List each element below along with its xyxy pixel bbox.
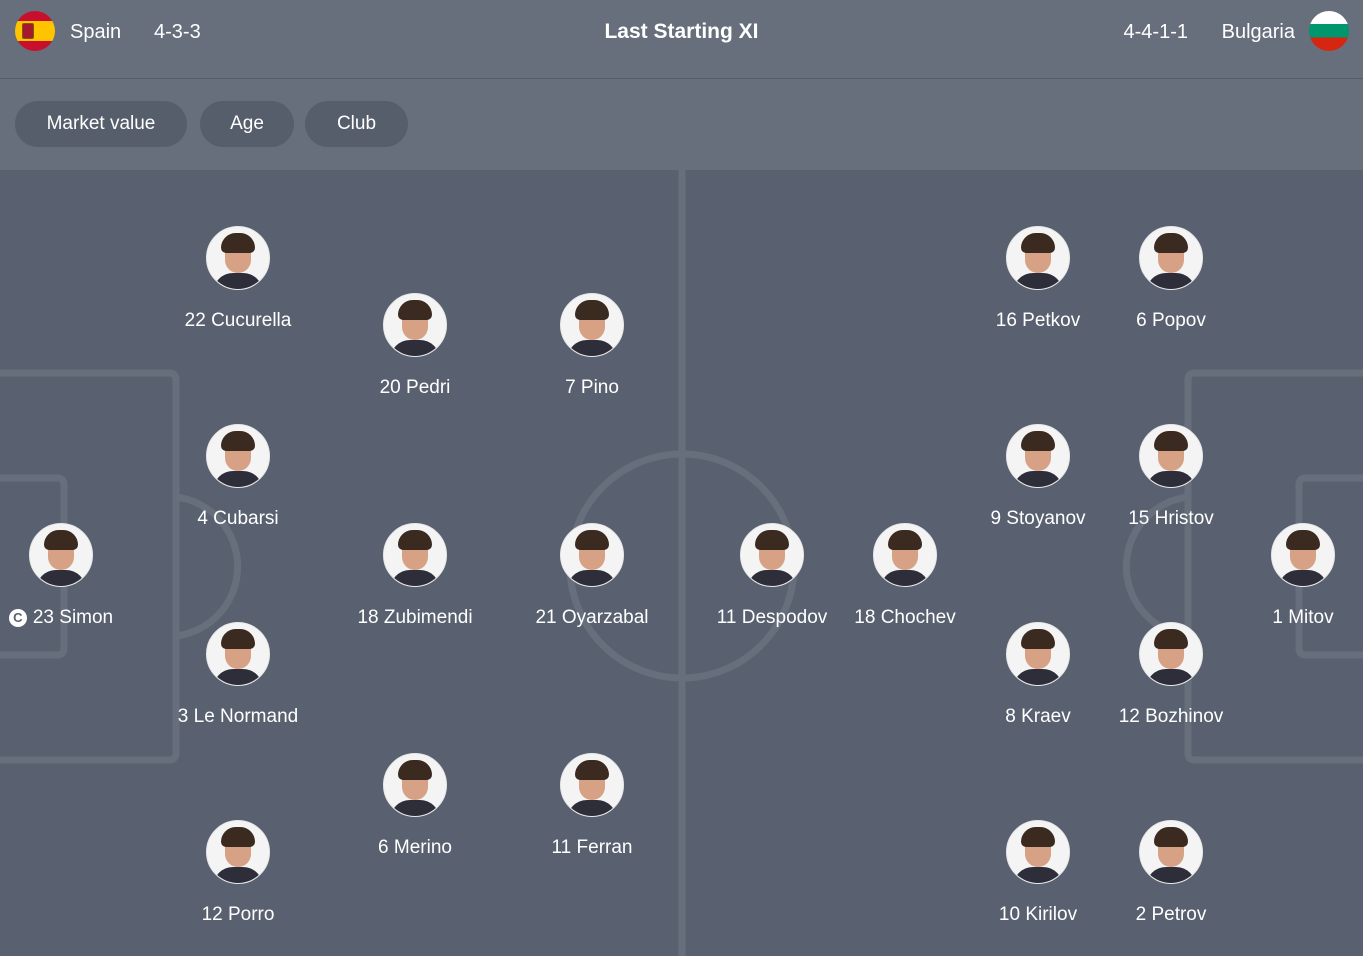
player-photo xyxy=(383,293,447,357)
player-label: 2 Petrov xyxy=(1135,904,1207,925)
player-cubarsi[interactable]: 4 Cubarsi xyxy=(158,424,318,530)
away-formation: 4-4-1-1 xyxy=(1123,21,1188,43)
player-label: 20 Pedri xyxy=(379,377,451,398)
away-team-name[interactable]: Bulgaria xyxy=(1222,20,1295,44)
player-photo xyxy=(383,753,447,817)
player-photo xyxy=(206,226,270,290)
player-photo xyxy=(29,523,93,587)
player-label: 6 Merino xyxy=(378,837,452,858)
player-zubimendi[interactable]: 18 Zubimendi xyxy=(335,523,495,629)
player-label: 11 Ferran xyxy=(551,837,633,858)
club-filter-button[interactable]: Club xyxy=(305,101,408,147)
player-photo xyxy=(1006,622,1070,686)
player-photo xyxy=(206,820,270,884)
player-photo xyxy=(1139,226,1203,290)
player-mitov[interactable]: 1 Mitov xyxy=(1223,523,1363,629)
player-label: 7 Pino xyxy=(565,377,619,398)
player-photo xyxy=(1139,424,1203,488)
player-simon[interactable]: C 23 Simon xyxy=(0,523,141,629)
player-le-normand[interactable]: 3 Le Normand xyxy=(158,622,318,728)
player-label: 22 Cucurella xyxy=(184,310,292,331)
player-label: 18 Zubimendi xyxy=(357,607,473,628)
player-petrov[interactable]: 2 Petrov xyxy=(1091,820,1251,926)
player-photo xyxy=(560,753,624,817)
player-photo xyxy=(1006,820,1070,884)
pitch: 22 Cucurella 20 Pedri 7 Pino 4 Cubarsi C… xyxy=(0,170,1363,956)
captain-badge-icon: C xyxy=(8,609,27,627)
player-ferran[interactable]: 11 Ferran xyxy=(512,753,672,859)
age-filter-button[interactable]: Age xyxy=(200,101,294,147)
filter-bar: Market value Age Club xyxy=(0,79,1363,170)
player-pino[interactable]: 7 Pino xyxy=(512,293,672,399)
player-label: 23 Simon xyxy=(32,607,114,628)
player-photo xyxy=(560,523,624,587)
player-label: 12 Bozhinov xyxy=(1118,706,1224,727)
player-merino[interactable]: 6 Merino xyxy=(335,753,495,859)
player-label: 6 Popov xyxy=(1136,310,1206,331)
player-photo xyxy=(1139,622,1203,686)
match-header: Spain 4-3-3 Last Starting XI 4-4-1-1 Bul… xyxy=(0,0,1363,79)
player-porro[interactable]: 12 Porro xyxy=(158,820,318,926)
player-photo xyxy=(873,523,937,587)
player-photo xyxy=(206,622,270,686)
player-photo xyxy=(1006,424,1070,488)
player-label: 3 Le Normand xyxy=(177,706,299,727)
player-label: 21 Oyarzabal xyxy=(535,607,649,628)
player-photo xyxy=(1006,226,1070,290)
player-bozhinov[interactable]: 12 Bozhinov xyxy=(1091,622,1251,728)
player-photo xyxy=(1271,523,1335,587)
player-photo xyxy=(383,523,447,587)
player-popov[interactable]: 6 Popov xyxy=(1091,226,1251,332)
player-hristov[interactable]: 15 Hristov xyxy=(1091,424,1251,530)
player-chochev[interactable]: 18 Chochev xyxy=(825,523,985,629)
market-value-filter-button[interactable]: Market value xyxy=(15,101,187,147)
player-oyarzabal[interactable]: 21 Oyarzabal xyxy=(512,523,672,629)
player-cucurella[interactable]: 22 Cucurella xyxy=(158,226,318,332)
player-label: 4 Cubarsi xyxy=(197,508,279,529)
player-photo xyxy=(560,293,624,357)
player-photo xyxy=(740,523,804,587)
player-photo xyxy=(1139,820,1203,884)
bulgaria-flag-icon xyxy=(1309,11,1349,51)
player-photo xyxy=(206,424,270,488)
player-pedri[interactable]: 20 Pedri xyxy=(335,293,495,399)
player-label: 12 Porro xyxy=(201,904,275,925)
